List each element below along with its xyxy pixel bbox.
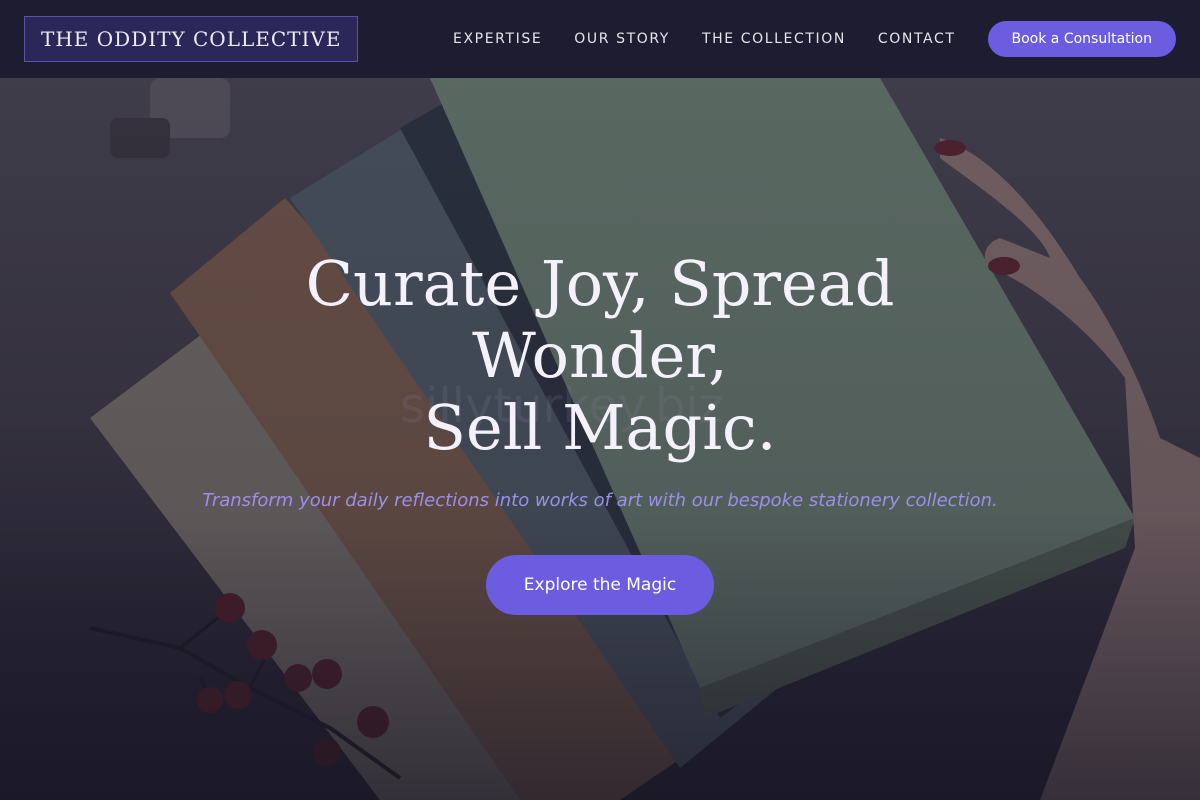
book-consultation-button[interactable]: Book a Consultation xyxy=(987,21,1176,57)
nav-link-our-story[interactable]: OUR STORY xyxy=(574,31,670,47)
explore-magic-button[interactable]: Explore the Magic xyxy=(485,555,715,615)
nav-link-expertise[interactable]: EXPERTISE xyxy=(453,31,542,47)
hero-title-line1: Curate Joy, Spread Wonder, xyxy=(305,247,895,392)
site-header: THE ODDITY COLLECTIVE EXPERTISE OUR STOR… xyxy=(0,0,1200,78)
main-nav: EXPERTISE OUR STORY THE COLLECTION CONTA… xyxy=(421,21,1176,57)
nav-link-contact[interactable]: CONTACT xyxy=(878,31,956,47)
site-logo[interactable]: THE ODDITY COLLECTIVE xyxy=(24,16,359,62)
hero-title: Curate Joy, Spread Wonder, Sell Magic. xyxy=(170,248,1030,464)
nav-link-collection[interactable]: THE COLLECTION xyxy=(702,31,846,47)
hero-title-line2: Sell Magic. xyxy=(423,391,777,464)
hero-subtitle: Transform your daily reflections into wo… xyxy=(202,490,998,511)
hero-section: sillyturkey.biz Curate Joy, Spread Wonde… xyxy=(0,78,1200,800)
hero-content: Curate Joy, Spread Wonder, Sell Magic. T… xyxy=(0,248,1200,615)
